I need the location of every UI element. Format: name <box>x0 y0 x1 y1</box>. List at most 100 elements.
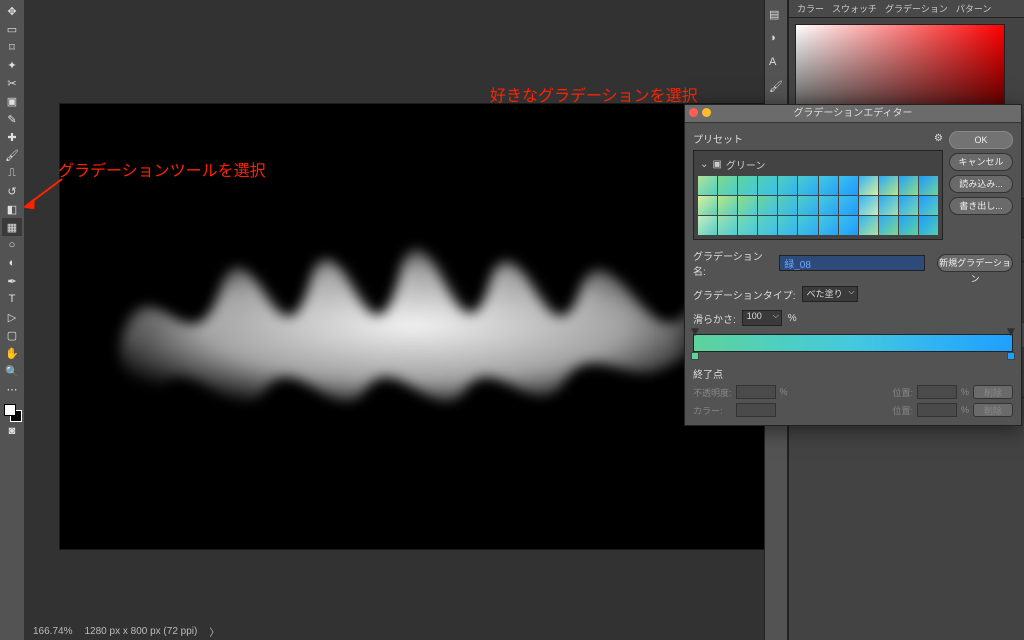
gear-icon[interactable]: ⚙ <box>934 133 943 144</box>
path-tool[interactable]: ▷ <box>2 308 22 326</box>
history-brush-tool[interactable]: ↺ <box>2 182 22 200</box>
gradient-swatch[interactable] <box>718 196 737 215</box>
gradient-swatch[interactable] <box>859 196 878 215</box>
marquee-tool[interactable]: ▭ <box>2 20 22 38</box>
color-panel-tabs: カラー スウォッチ グラデーション パターン <box>789 0 1024 18</box>
gradient-swatch[interactable] <box>859 216 878 235</box>
color-stop[interactable] <box>691 352 699 360</box>
gradient-swatch[interactable] <box>879 216 898 235</box>
icon-text[interactable]: A <box>769 56 783 70</box>
gradient-swatch[interactable] <box>798 176 817 195</box>
dodge-tool[interactable]: ◐ <box>2 254 22 272</box>
fg-bg-colors[interactable] <box>2 402 22 422</box>
gradient-swatch[interactable] <box>879 176 898 195</box>
close-icon[interactable] <box>689 108 698 117</box>
gradient-swatch[interactable] <box>758 216 777 235</box>
gradient-swatch[interactable] <box>919 196 938 215</box>
frame-tool[interactable]: ▣ <box>2 92 22 110</box>
opacity-stop-label: 不透明度: <box>693 386 732 399</box>
gradient-bar[interactable] <box>693 334 1013 352</box>
gradient-swatch[interactable] <box>698 196 717 215</box>
color-stop-label: カラー: <box>693 404 732 417</box>
gradient-tool[interactable]: ▦ <box>2 218 22 236</box>
annotation-select-gradient: 好きなグラデーションを選択 <box>490 82 698 106</box>
gradient-swatch[interactable] <box>839 196 858 215</box>
cancel-button[interactable]: キャンセル <box>949 153 1013 171</box>
status-chevron[interactable]: 〉 <box>209 624 219 639</box>
zoom-icon[interactable] <box>715 108 724 117</box>
gradient-swatch[interactable] <box>819 196 838 215</box>
tab-patterns[interactable]: パターン <box>956 2 992 15</box>
annotation-arrow <box>24 175 64 209</box>
gradient-swatch[interactable] <box>718 176 737 195</box>
zoom-level[interactable]: 166.74% <box>33 626 72 637</box>
gradient-swatch[interactable] <box>758 196 777 215</box>
load-button[interactable]: 読み込み... <box>949 175 1013 193</box>
color-stop[interactable] <box>1007 352 1015 360</box>
gradient-name-input[interactable] <box>779 255 925 271</box>
stamp-tool[interactable]: ⎍ <box>2 164 22 182</box>
zoom-tool[interactable]: 🔍 <box>2 362 22 380</box>
window-controls[interactable] <box>689 108 724 117</box>
gradient-swatch[interactable] <box>778 176 797 195</box>
gradient-swatch[interactable] <box>778 196 797 215</box>
tab-color[interactable]: カラー <box>797 2 824 15</box>
gradient-swatch[interactable] <box>919 216 938 235</box>
gradient-swatch[interactable] <box>859 176 878 195</box>
eraser-tool[interactable]: ◧ <box>2 200 22 218</box>
tab-swatches[interactable]: スウォッチ <box>832 2 877 15</box>
icon-history[interactable]: ▤ <box>769 8 783 22</box>
gradient-swatch[interactable] <box>698 216 717 235</box>
gradient-swatch[interactable] <box>839 176 858 195</box>
icon-adjust[interactable]: ◑ <box>769 32 783 46</box>
gradient-swatch[interactable] <box>899 196 918 215</box>
new-gradient-button[interactable]: 新規グラデーション <box>937 254 1013 272</box>
gradient-swatch[interactable] <box>798 216 817 235</box>
gradient-swatch[interactable] <box>738 196 757 215</box>
hand-tool[interactable]: ✋ <box>2 344 22 362</box>
folder-name: グリーン <box>726 157 766 172</box>
dialog-titlebar[interactable]: グラデーションエディター <box>685 105 1021 123</box>
gradient-swatch[interactable] <box>819 216 838 235</box>
tab-gradients[interactable]: グラデーション <box>885 2 948 15</box>
pen-tool[interactable]: ✒ <box>2 272 22 290</box>
minimize-icon[interactable] <box>702 108 711 117</box>
heal-tool[interactable]: ✚ <box>2 128 22 146</box>
icon-brush[interactable]: 🖌 <box>769 80 783 94</box>
gradient-swatch[interactable] <box>738 216 757 235</box>
status-bar: 166.74% 1280 px x 800 px (72 ppi) 〉 <box>25 622 227 640</box>
gradient-swatch[interactable] <box>919 176 938 195</box>
edit-toolbar[interactable]: ⋯ <box>2 380 22 398</box>
gradient-swatch[interactable] <box>819 176 838 195</box>
lasso-tool[interactable]: ⌑ <box>2 38 22 56</box>
brush-tool[interactable]: 🖌 <box>2 146 22 164</box>
shape-tool[interactable]: ▢ <box>2 326 22 344</box>
gradient-swatch[interactable] <box>758 176 777 195</box>
gradient-swatch[interactable] <box>839 216 858 235</box>
gradient-type-select[interactable]: べた塗り <box>802 286 858 302</box>
move-tool[interactable]: ✥ <box>2 2 22 20</box>
position-input <box>917 385 957 399</box>
position-label: 位置: <box>892 386 913 399</box>
wand-tool[interactable]: ✦ <box>2 56 22 74</box>
chevron-down-icon: ⌄ <box>700 159 708 170</box>
quickmask-toggle[interactable]: ◙ <box>2 422 22 440</box>
gradient-swatch[interactable] <box>899 216 918 235</box>
blur-tool[interactable]: ○ <box>2 236 22 254</box>
gradient-swatch[interactable] <box>718 216 737 235</box>
ok-button[interactable]: OK <box>949 131 1013 149</box>
save-button[interactable]: 書き出し... <box>949 197 1013 215</box>
gradient-swatch[interactable] <box>798 196 817 215</box>
type-tool[interactable]: T <box>2 290 22 308</box>
gradient-swatch[interactable] <box>778 216 797 235</box>
gradient-swatch[interactable] <box>879 196 898 215</box>
gradient-swatch[interactable] <box>899 176 918 195</box>
preset-folder[interactable]: ⌄ ▣ グリーン <box>698 155 938 176</box>
folder-icon: ▣ <box>712 159 721 170</box>
gradient-swatch[interactable] <box>738 176 757 195</box>
eyedropper-tool[interactable]: ✎ <box>2 110 22 128</box>
smoke-artwork <box>112 194 720 424</box>
smoothness-input[interactable]: 100 <box>742 310 782 326</box>
crop-tool[interactable]: ✂ <box>2 74 22 92</box>
gradient-swatch[interactable] <box>698 176 717 195</box>
